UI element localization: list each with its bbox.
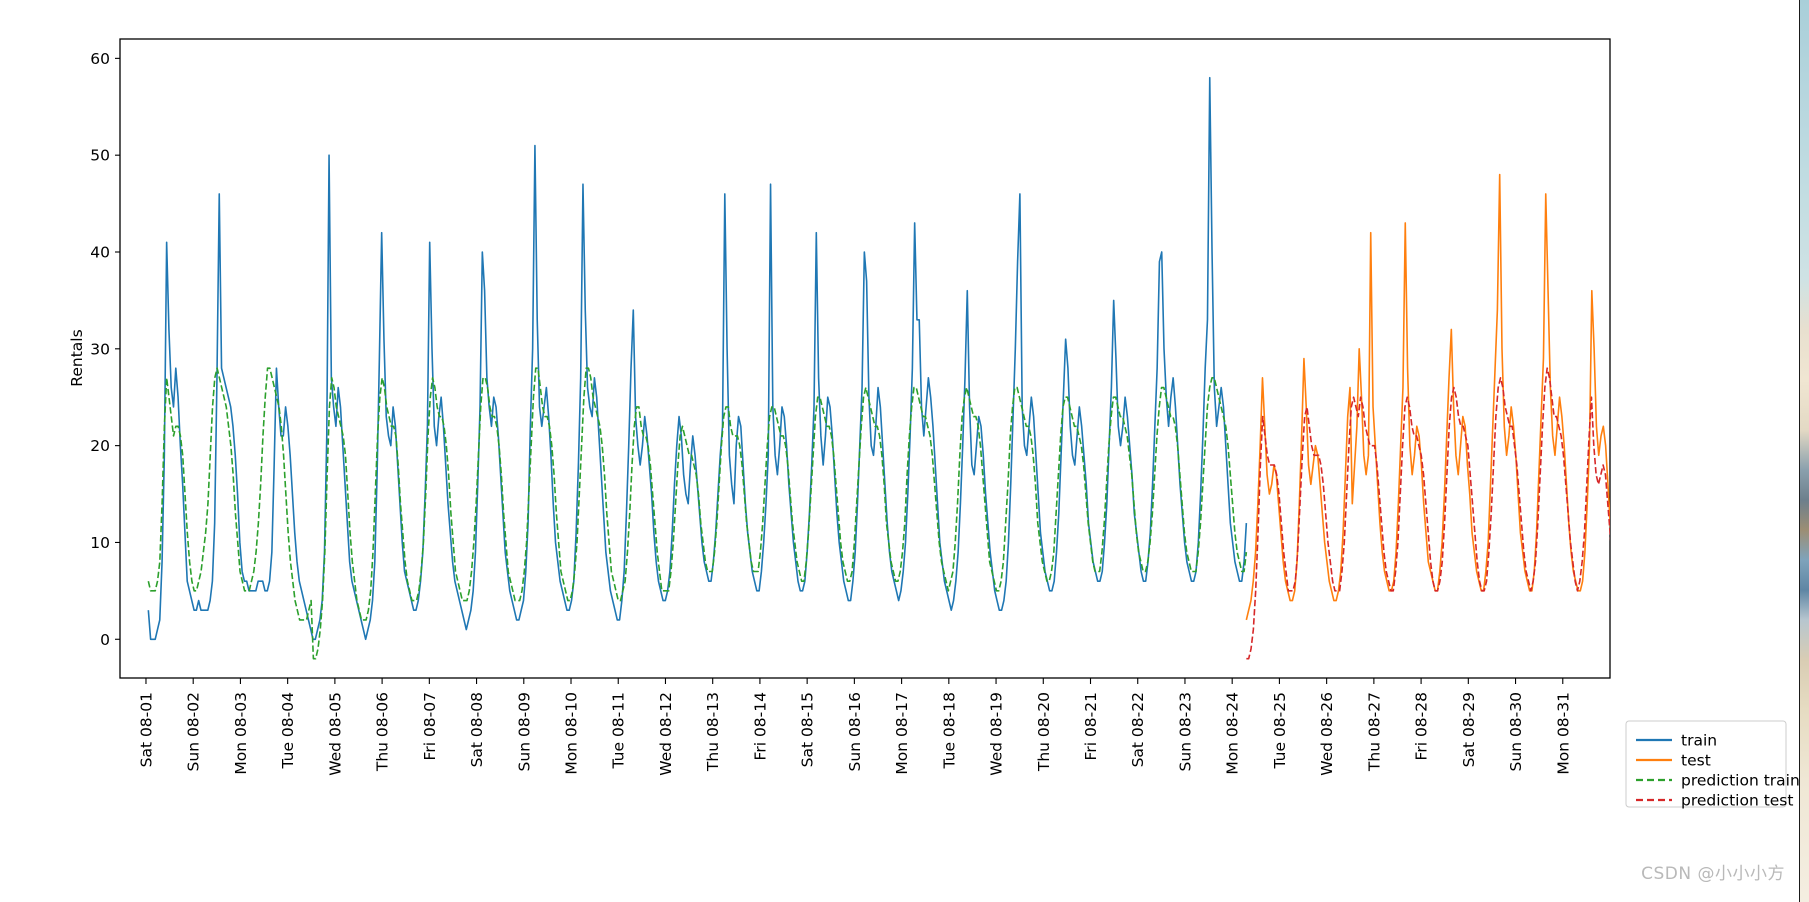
y-tick-label: 10	[90, 534, 110, 552]
legend-item-test-label[interactable]: test	[1681, 752, 1711, 770]
x-tick-label: Sat 08-22	[1129, 692, 1147, 767]
x-tick-label: Wed 08-12	[657, 692, 675, 776]
csdn-watermark: CSDN @小小小方	[1641, 864, 1785, 884]
x-tick-label: Sun 08-02	[185, 692, 203, 771]
y-tick-label: 20	[90, 437, 110, 455]
x-tick-label: Sat 08-29	[1460, 692, 1478, 767]
series-line-train	[147, 76, 1248, 641]
x-tick-label: Mon 08-10	[563, 692, 581, 775]
x-axis-ticks: Sat 08-01 Sun 08-02 Mon 08-03 Tue 08-04 Wed …	[137, 678, 1572, 776]
x-tick-label: Tue 08-04	[279, 692, 297, 769]
x-tick-label: Thu 08-13	[704, 692, 722, 772]
x-tick-label: Mon 08-17	[893, 692, 911, 775]
x-tick-label: Thu 08-27	[1365, 692, 1383, 772]
y-axis-ticks: 0 10 20 30 40 50 60	[90, 50, 120, 649]
y-tick-label: 0	[100, 631, 110, 649]
x-tick-label: Tue 08-11	[610, 692, 628, 769]
series-line-prediction-train	[147, 367, 1248, 660]
y-tick-label: 60	[90, 50, 110, 68]
x-tick-label: Sun 08-16	[846, 692, 864, 771]
y-tick-label: 50	[90, 147, 110, 165]
x-tick-label: Sun 08-09	[515, 692, 533, 771]
x-tick-label: Fri 08-14	[751, 692, 769, 760]
x-tick-label: Mon 08-24	[1224, 692, 1242, 775]
data-series-group	[147, 76, 1610, 660]
legend-item-prediction-test-label[interactable]: prediction test	[1681, 792, 1793, 810]
y-axis-label: Rentals	[68, 329, 86, 386]
x-tick-label: Wed 08-19	[988, 692, 1006, 776]
time-series-plot: 0 10 20 30 40 50 60 Sat 08-01 Sun 08-02 Mon 08-0…	[68, 38, 1800, 810]
x-tick-label: Mon 08-03	[232, 692, 250, 775]
plot-legend[interactable]: train test prediction train prediction test	[1625, 720, 1800, 810]
x-tick-label: Wed 08-05	[326, 692, 344, 776]
x-tick-label: Tue 08-18	[940, 692, 958, 769]
x-tick-label: Fri 08-07	[421, 692, 439, 760]
x-tick-label: Thu 08-20	[1035, 692, 1053, 772]
x-tick-label: Thu 08-06	[374, 692, 392, 772]
legend-item-train-label[interactable]: train	[1681, 732, 1717, 750]
series-line-test	[1245, 173, 1610, 621]
background-image-strip	[1800, 0, 1809, 902]
x-tick-label: Sun 08-30	[1507, 692, 1525, 771]
x-tick-label: Fri 08-28	[1413, 692, 1431, 760]
matplotlib-figure: 0 10 20 30 40 50 60 Sat 08-01 Sun 08-02 Mon 08-0…	[0, 0, 1809, 902]
x-tick-label: Mon 08-31	[1554, 692, 1572, 775]
x-tick-label: Sat 08-08	[468, 692, 486, 767]
y-tick-label: 40	[90, 244, 110, 262]
legend-item-prediction-train-label[interactable]: prediction train	[1681, 772, 1800, 790]
x-tick-label: Tue 08-25	[1271, 692, 1289, 769]
x-tick-label: Sat 08-01	[137, 692, 155, 767]
x-tick-label: Sun 08-23	[1176, 692, 1194, 771]
x-tick-label: Sat 08-15	[799, 692, 817, 767]
y-tick-label: 30	[90, 340, 110, 358]
x-tick-label: Fri 08-21	[1082, 692, 1100, 760]
x-tick-label: Wed 08-26	[1318, 692, 1336, 776]
